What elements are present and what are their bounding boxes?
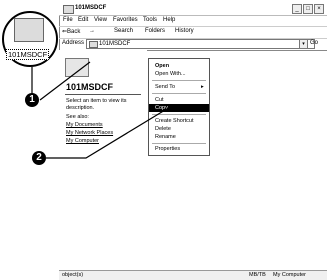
callout-number-1: 1 <box>25 93 39 107</box>
callout-line-2 <box>46 106 171 159</box>
zoom-callout: 101MSDCF <box>2 11 58 67</box>
zoom-folder-label: 101MSDCF <box>6 49 50 60</box>
folder-icon <box>14 18 44 42</box>
callout-number-2: 2 <box>32 151 46 165</box>
callout-line-1b <box>39 61 91 101</box>
